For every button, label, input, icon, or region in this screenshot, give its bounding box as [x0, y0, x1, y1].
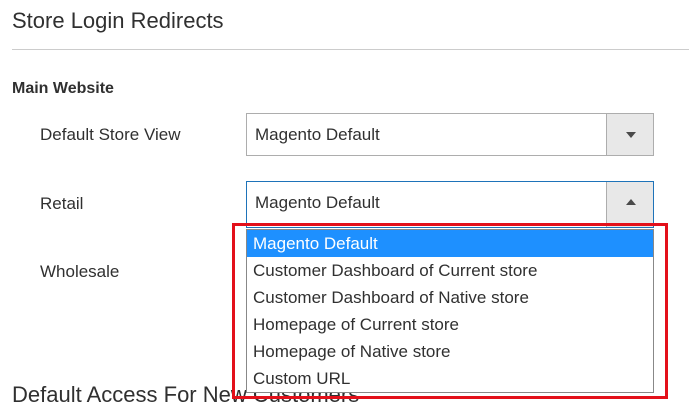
default-store-view-toggle[interactable] — [606, 114, 653, 155]
retail-label: Retail — [40, 194, 84, 213]
section-title: Store Login Redirects — [12, 8, 224, 33]
retail-toggle[interactable] — [606, 182, 653, 227]
dropdown-option[interactable]: Customer Dashboard of Current store — [247, 257, 653, 284]
dropdown-option[interactable]: Homepage of Current store — [247, 311, 653, 338]
wholesale-label: Wholesale — [40, 262, 120, 281]
section-divider — [12, 49, 689, 50]
dropdown-option[interactable]: Custom URL — [247, 365, 653, 392]
default-store-view-value: Magento Default — [255, 125, 380, 144]
dropdown-option[interactable]: Customer Dashboard of Native store — [247, 284, 653, 311]
retail-select[interactable]: Magento Default — [246, 181, 654, 228]
dropdown-option[interactable]: Homepage of Native store — [247, 338, 653, 365]
retail-value: Magento Default — [255, 193, 380, 212]
group-title: Main Website — [12, 80, 114, 97]
chevron-down-icon — [626, 132, 636, 138]
chevron-up-icon — [626, 199, 636, 205]
dropdown-option[interactable]: Magento Default — [247, 230, 653, 257]
default-store-view-select[interactable]: Magento Default — [246, 113, 654, 156]
retail-options-list[interactable]: Magento Default Customer Dashboard of Cu… — [246, 229, 654, 393]
default-store-view-label: Default Store View — [40, 125, 181, 144]
